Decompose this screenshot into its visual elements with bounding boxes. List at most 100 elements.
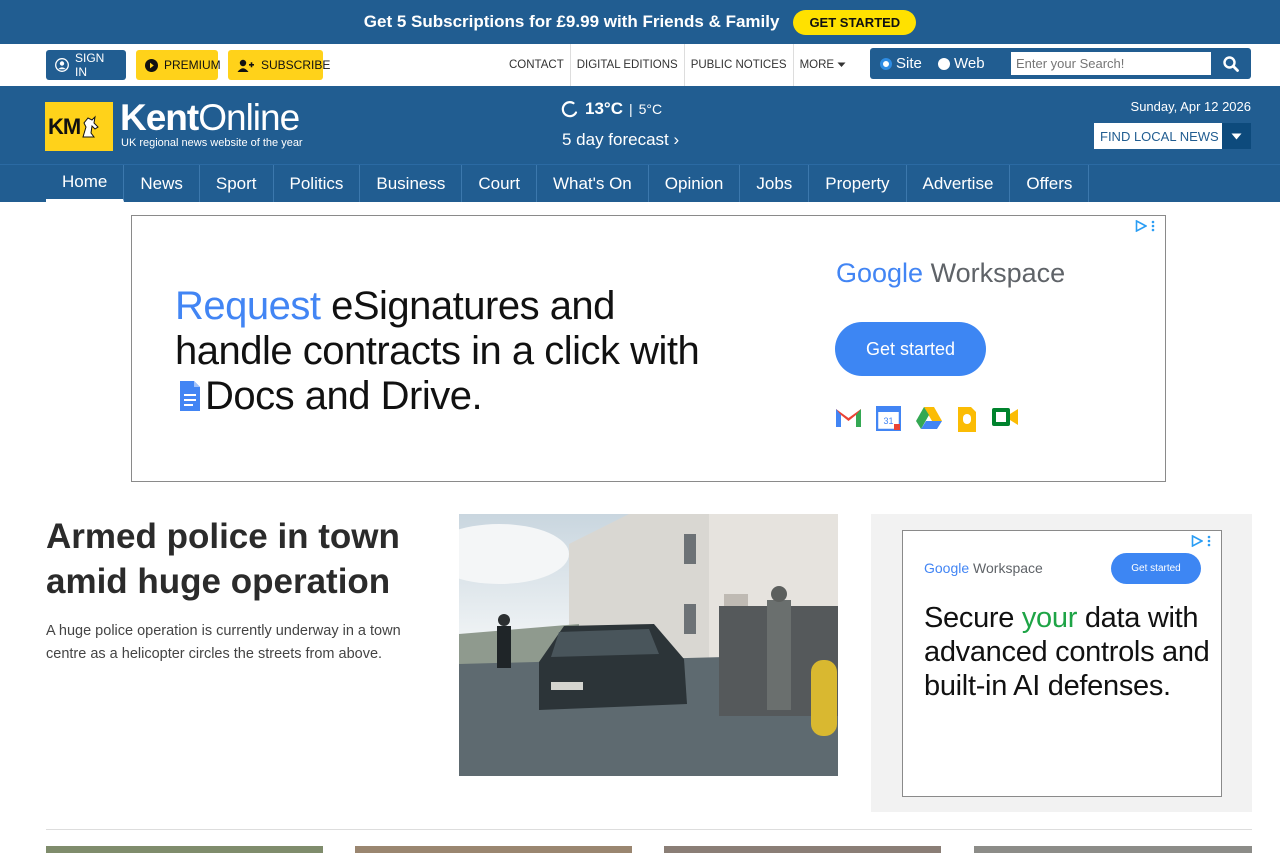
horse-emblem-icon	[82, 115, 100, 137]
nav-business[interactable]: Business	[360, 165, 463, 202]
adchoices-icon	[1135, 220, 1147, 232]
ad-headline-highlight: Request	[175, 284, 321, 328]
svg-text:31: 31	[883, 416, 893, 426]
adchoices-icon	[1191, 535, 1203, 547]
lead-story-headline[interactable]: Armed police in town amid huge operation	[46, 514, 426, 604]
nav-property[interactable]: Property	[809, 165, 907, 202]
get-started-button[interactable]: GET STARTED	[793, 9, 917, 35]
side-google-wordmark: Google	[924, 560, 970, 576]
side-ad-get-started-button[interactable]: Get started	[1111, 553, 1201, 584]
nav-advertise[interactable]: Advertise	[907, 165, 1011, 202]
workspace-app-icons: 31	[835, 406, 1019, 433]
workspace-wordmark: Workspace	[923, 258, 1066, 288]
ad-headline-docs: Docs and	[205, 374, 381, 418]
masthead: KM KentOnline UK regional news website o…	[0, 86, 1280, 164]
five-day-forecast-link[interactable]: 5 day forecast ›	[562, 130, 679, 150]
site-label: Site	[896, 55, 922, 72]
more-vertical-icon	[1151, 220, 1155, 232]
keep-icon	[958, 407, 976, 432]
top-links: CONTACT DIGITAL EDITIONS PUBLIC NOTICES …	[503, 44, 852, 86]
nav-court[interactable]: Court	[462, 165, 537, 202]
section-divider	[46, 829, 1252, 830]
promo-text: Get 5 Subscriptions for £9.99 with Frien…	[363, 12, 780, 31]
digital-editions-link[interactable]: DIGITAL EDITIONS	[571, 44, 685, 86]
ad-get-started-button[interactable]: Get started	[835, 322, 986, 376]
nav-news[interactable]: News	[124, 165, 200, 202]
google-wordmark: Google	[836, 258, 924, 288]
advert-banner[interactable]: Request eSignatures and handle contracts…	[131, 215, 1166, 482]
nav-whats-on[interactable]: What's On	[537, 165, 649, 202]
current-date: Sunday, Apr 12 2026	[1130, 99, 1251, 114]
side-ad-choices[interactable]	[1191, 535, 1211, 547]
site-name[interactable]: KentOnline	[120, 97, 300, 138]
search-web-radio[interactable]: Web	[938, 55, 985, 72]
subscribe-button[interactable]: SUBSCRIBE	[228, 50, 330, 80]
find-local-news-dropdown[interactable]: FIND LOCAL NEWS	[1094, 123, 1251, 149]
ad-headline-drive: Drive.	[380, 374, 483, 418]
ad-choices[interactable]	[1135, 220, 1155, 232]
search-bar: Site Web	[870, 48, 1251, 79]
weather-moon-icon	[561, 101, 578, 118]
story-thumbnail[interactable]	[355, 846, 632, 853]
more-vertical-icon	[1207, 535, 1211, 547]
search-input[interactable]	[1011, 52, 1211, 75]
logo-mark: KM	[48, 113, 81, 139]
nav-offers[interactable]: Offers	[1010, 165, 1090, 202]
lead-story-summary: A huge police operation is currently und…	[46, 623, 401, 662]
promo-banner: Get 5 Subscriptions for £9.99 with Frien…	[0, 0, 1280, 44]
sidebar-ad-panel: Google Workspace Get started Secure your…	[871, 514, 1252, 812]
more-menu[interactable]: MORE	[794, 44, 853, 86]
contact-link[interactable]: CONTACT	[503, 44, 571, 86]
web-label: Web	[954, 55, 985, 72]
street-police-photo	[459, 514, 838, 776]
nav-sport[interactable]: Sport	[200, 165, 274, 202]
meet-icon	[992, 408, 1018, 426]
more-label: MORE	[799, 59, 835, 71]
gmail-icon	[836, 409, 861, 427]
main-nav: Home News Sport Politics Business Court …	[0, 164, 1280, 202]
story-thumbnail[interactable]	[664, 846, 941, 853]
weather-widget[interactable]: 13°C | 5°C	[561, 99, 662, 119]
side-ad-headline-highlight: your	[1021, 602, 1078, 634]
nav-politics[interactable]: Politics	[274, 165, 361, 202]
premium-label: PREMIUM	[164, 58, 221, 72]
sign-in-button[interactable]: SIGN IN	[46, 50, 126, 80]
site-name-bold: Kent	[120, 97, 199, 138]
side-ad-headline-start: Secure	[924, 602, 1022, 634]
side-ad-headline: Secure your data with advanced controls …	[924, 601, 1214, 703]
sidebar-advert[interactable]: Google Workspace Get started Secure your…	[902, 530, 1222, 797]
nav-jobs[interactable]: Jobs	[740, 165, 810, 202]
site-name-rest: Online	[198, 97, 300, 138]
search-button[interactable]	[1215, 51, 1247, 76]
play-circle-icon	[145, 58, 158, 72]
docs-icon	[180, 381, 200, 411]
radio-selected-icon	[880, 57, 892, 70]
nav-home[interactable]: Home	[46, 165, 125, 202]
temp-low: 5°C	[638, 101, 663, 117]
public-notices-link[interactable]: PUBLIC NOTICES	[685, 44, 794, 86]
utility-bar: SIGN IN PREMIUM SUBSCRIBE CONTACT DIGITA…	[0, 44, 1280, 86]
user-icon	[55, 58, 69, 72]
temp-separator: |	[628, 101, 633, 117]
google-workspace-logo: Google Workspace	[836, 258, 1065, 289]
temp-high: 13°C	[585, 99, 623, 118]
story-thumbnail[interactable]	[46, 846, 323, 853]
side-workspace-wordmark: Workspace	[969, 560, 1043, 576]
ad-headline: Request eSignatures and handle contracts…	[175, 284, 735, 419]
drive-icon	[916, 407, 942, 429]
side-google-workspace-logo: Google Workspace	[924, 560, 1043, 576]
story-thumbnail[interactable]	[974, 846, 1252, 853]
search-site-radio[interactable]: Site	[880, 55, 922, 72]
calendar-icon: 31	[876, 406, 901, 431]
sign-in-label: SIGN IN	[75, 51, 105, 79]
premium-button[interactable]: PREMIUM	[136, 50, 221, 80]
caret-down-icon	[837, 62, 846, 67]
find-local-news-label: FIND LOCAL NEWS	[1100, 128, 1219, 144]
chevron-down-icon	[1222, 123, 1251, 149]
km-logo[interactable]: KM	[45, 102, 113, 151]
lead-story-image[interactable]	[459, 514, 838, 776]
add-user-icon	[237, 59, 254, 72]
nav-opinion[interactable]: Opinion	[649, 165, 741, 202]
subscribe-label: SUBSCRIBE	[261, 58, 331, 72]
search-icon	[1223, 55, 1239, 72]
